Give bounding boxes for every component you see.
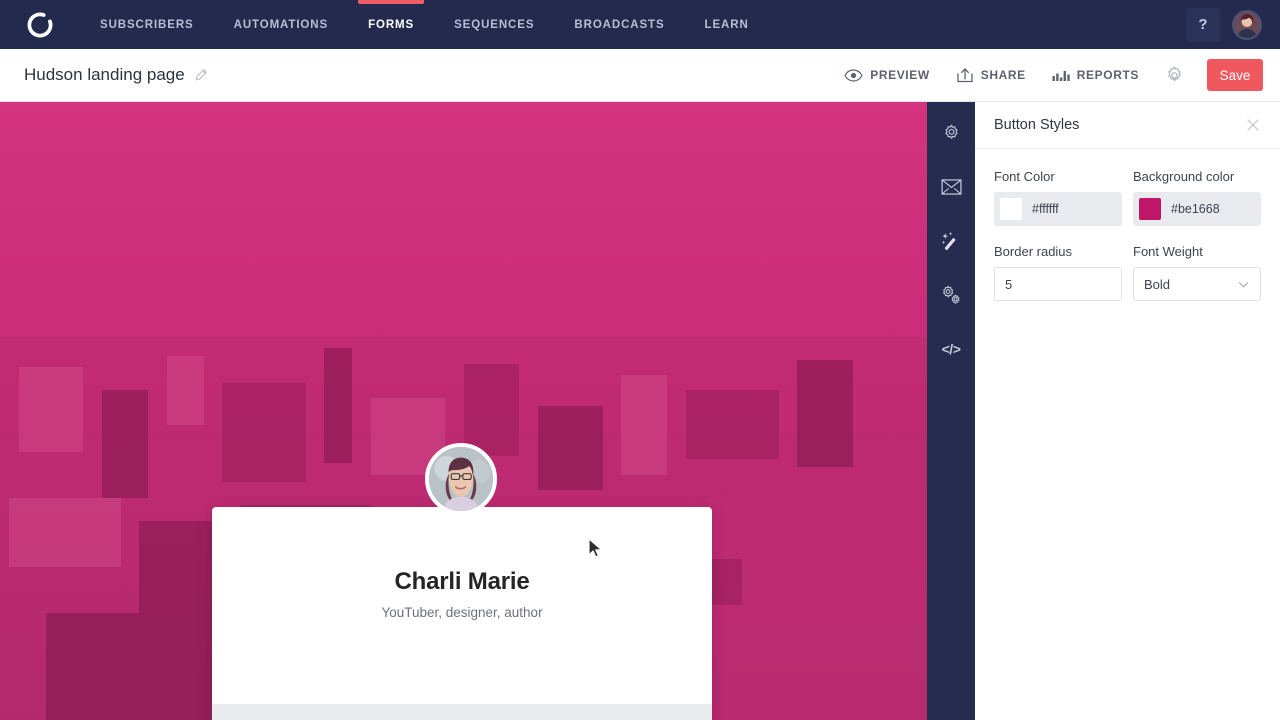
preview-label: PREVIEW	[870, 68, 930, 82]
font-weight-select[interactable]: Bold	[1133, 267, 1261, 301]
bar-chart-icon	[1052, 71, 1070, 81]
font-color-field[interactable]: #ffffff	[994, 192, 1122, 226]
close-icon[interactable]	[1245, 117, 1261, 133]
font-weight-value: Bold	[1144, 276, 1171, 292]
editor-tool-rail: </>	[927, 102, 975, 720]
font-color-value: #ffffff	[1032, 202, 1059, 216]
style-field-grid: Font Color Background color #ffffff #be1…	[994, 169, 1261, 301]
dual-gears-icon	[942, 285, 960, 304]
toolbar-settings-button[interactable]	[1152, 66, 1197, 85]
rail-item-advanced[interactable]	[934, 278, 968, 312]
background-color-field[interactable]: #be1668	[1133, 192, 1261, 226]
app-logo[interactable]	[0, 10, 80, 40]
form-card-header: Charli Marie YouTuber, designer, author	[212, 568, 712, 704]
eye-icon	[844, 68, 863, 82]
panel-title: Button Styles	[994, 117, 1080, 133]
panel-header: Button Styles	[975, 102, 1280, 149]
page-title: Hudson landing page	[24, 65, 185, 84]
save-button[interactable]: Save	[1207, 59, 1263, 91]
border-radius-field[interactable]: px	[994, 267, 1122, 301]
landing-form-card: Charli Marie YouTuber, designer, author …	[212, 507, 712, 720]
rail-item-email[interactable]	[934, 170, 968, 204]
gear-icon	[1168, 66, 1181, 81]
avatar[interactable]	[1232, 9, 1262, 40]
background-sky	[0, 102, 927, 362]
user-avatar-icon	[1234, 11, 1260, 38]
primary-nav-items: SUBSCRIBERS AUTOMATIONS FORMS SEQUENCES …	[80, 0, 769, 49]
app-root: SUBSCRIBERS AUTOMATIONS FORMS SEQUENCES …	[0, 0, 1280, 720]
form-preview-canvas: Charli Marie YouTuber, designer, author …	[0, 102, 927, 720]
share-button[interactable]: SHARE	[943, 55, 1039, 95]
pencil-icon[interactable]	[194, 68, 208, 82]
help-button[interactable]: ?	[1186, 7, 1220, 42]
border-radius-label: Border radius	[994, 244, 1073, 259]
magic-wand-icon	[941, 232, 956, 251]
nav-right-group: ?	[1186, 7, 1280, 42]
share-icon	[957, 67, 973, 82]
panel-body: Font Color Background color #ffffff #be1…	[975, 149, 1280, 301]
rail-item-embed[interactable]: </>	[934, 332, 968, 366]
font-color-label: Font Color	[994, 169, 1055, 184]
nav-item-forms[interactable]: FORMS	[348, 0, 434, 49]
document-title-group: Hudson landing page	[0, 65, 208, 85]
font-weight-label: Font Weight	[1133, 244, 1203, 259]
background-color-label: Background color	[1133, 169, 1235, 184]
code-icon: </>	[941, 341, 961, 357]
reports-button[interactable]: REPORTS	[1039, 55, 1152, 95]
nav-item-sequences[interactable]: SEQUENCES	[434, 0, 554, 49]
preview-button[interactable]: PREVIEW	[831, 55, 943, 95]
envelope-icon	[940, 179, 962, 195]
border-radius-input[interactable]	[995, 268, 1121, 300]
nav-item-subscribers[interactable]: SUBSCRIBERS	[80, 0, 214, 49]
top-navigation-bar: SUBSCRIBERS AUTOMATIONS FORMS SEQUENCES …	[0, 0, 1280, 49]
share-label: SHARE	[980, 68, 1026, 82]
reports-label: REPORTS	[1076, 68, 1139, 82]
button-styles-panel: Button Styles Font Color Background colo…	[975, 102, 1280, 720]
gear-icon	[944, 124, 958, 139]
document-toolbar: Hudson landing page PREVIEW SHARE REPORT…	[0, 49, 1280, 102]
profile-name: Charli Marie	[394, 568, 530, 595]
toolbar-actions: PREVIEW SHARE REPORTS Save	[831, 55, 1280, 95]
background-color-swatch[interactable]	[1139, 198, 1161, 220]
nav-item-automations[interactable]: AUTOMATIONS	[214, 0, 348, 49]
profile-tagline: YouTuber, designer, author	[381, 605, 543, 620]
nav-item-broadcasts[interactable]: BROADCASTS	[554, 0, 684, 49]
nav-item-learn[interactable]: LEARN	[685, 0, 769, 49]
rail-item-styles[interactable]	[934, 224, 968, 258]
profile-avatar[interactable]	[425, 443, 497, 515]
chevron-down-icon	[1238, 281, 1249, 288]
font-color-swatch[interactable]	[1000, 198, 1022, 220]
form-headline: Join my newsletter and get my free ebook	[212, 704, 712, 720]
background-color-value: #be1668	[1171, 202, 1220, 216]
form-card-body: Join my newsletter and get my free ebook…	[212, 704, 712, 720]
profile-photo-icon	[429, 447, 493, 511]
convertkit-logo-icon	[27, 11, 53, 37]
rail-item-settings[interactable]	[934, 116, 968, 150]
